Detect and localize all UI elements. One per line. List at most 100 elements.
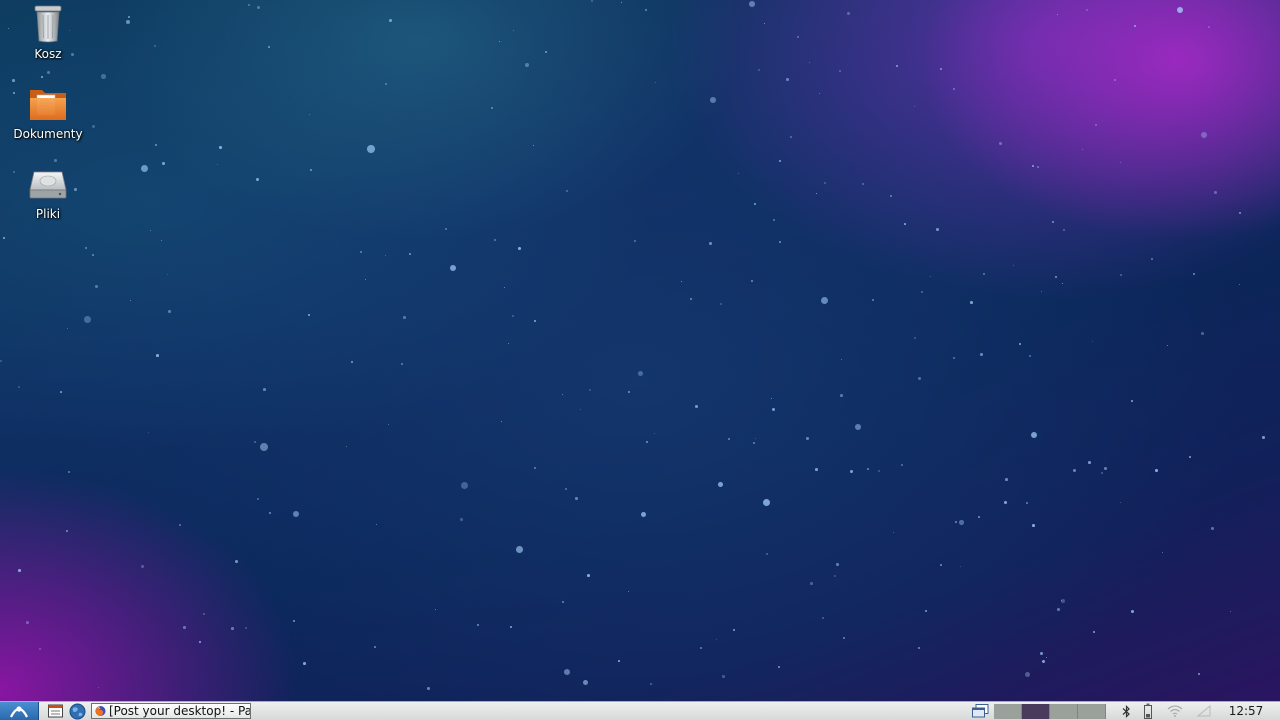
wallpaper-star	[219, 146, 222, 149]
wallpaper-star	[896, 65, 899, 68]
wallpaper-star	[401, 363, 404, 366]
wallpaper-star	[1155, 469, 1158, 472]
wallpaper-star	[580, 409, 582, 411]
wallpaper-star	[1239, 284, 1241, 286]
desktop-icon-documents[interactable]: Dokumenty	[8, 84, 88, 154]
wallpaper-star	[389, 19, 392, 22]
web-browser-icon	[69, 703, 85, 719]
wallpaper-star	[959, 520, 964, 525]
wallpaper-star	[179, 524, 181, 526]
desktop-icon-files[interactable]: Pliki	[8, 164, 88, 234]
wallpaper-star	[850, 470, 853, 473]
wallpaper-star	[1120, 162, 1122, 164]
wallpaper-star	[1239, 212, 1242, 215]
wallpaper-star	[587, 574, 590, 577]
wallpaper-star	[809, 62, 811, 64]
file-manager-icon	[47, 704, 63, 718]
wallpaper-star	[67, 328, 69, 330]
wallpaper-star	[257, 6, 260, 9]
wallpaper-star	[628, 391, 630, 393]
taskbar-window-button[interactable]: [Post your desktop! - Pa...	[91, 703, 251, 719]
wallpaper-star	[1120, 502, 1122, 504]
wallpaper-star	[1208, 26, 1211, 29]
wallpaper-star	[983, 273, 986, 276]
wallpaper-star	[310, 169, 313, 172]
wallpaper-star	[268, 46, 270, 48]
volume-applet[interactable]	[1195, 702, 1213, 720]
network-applet[interactable]	[1165, 702, 1185, 720]
wallpaper-star	[508, 343, 510, 345]
wallpaper-star	[839, 70, 842, 73]
file-manager-launcher[interactable]	[46, 702, 64, 720]
workspace-1[interactable]	[994, 704, 1022, 719]
wallpaper-star	[156, 354, 159, 357]
wallpaper-star	[819, 93, 821, 95]
workspace-4[interactable]	[1078, 704, 1106, 719]
wallpaper-star	[1092, 341, 1094, 343]
wallpaper-star	[771, 398, 773, 400]
wallpaper-star	[843, 637, 845, 639]
wallpaper-star	[1004, 501, 1007, 504]
wallpaper-star	[690, 298, 692, 300]
web-browser-launcher[interactable]	[67, 702, 87, 720]
wallpaper-star	[263, 388, 266, 391]
wallpaper-star	[904, 223, 906, 225]
wallpaper-star	[797, 36, 799, 38]
wallpaper-star	[621, 2, 623, 4]
wallpaper-star	[872, 299, 874, 301]
desktop-icon-trash[interactable]: Kosz	[8, 4, 88, 74]
wallpaper-star	[92, 125, 95, 128]
wallpaper-star	[60, 391, 62, 393]
wallpaper-star	[1214, 191, 1217, 194]
wallpaper-star	[999, 142, 1002, 145]
wallpaper-star	[1198, 673, 1201, 676]
wallpaper-star	[128, 16, 131, 19]
wallpaper-star	[477, 624, 480, 627]
wallpaper-star	[821, 297, 828, 304]
wallpaper-star	[790, 136, 793, 139]
wallpaper-star	[718, 482, 723, 487]
wallpaper-star	[847, 12, 850, 15]
wallpaper-star	[1046, 657, 1048, 659]
wallpaper-star	[516, 546, 523, 553]
wallpaper-star	[562, 601, 565, 604]
wallpaper-star	[510, 626, 512, 628]
wallpaper-star	[427, 687, 430, 690]
wallpaper-star	[1040, 652, 1043, 655]
wallpaper-star	[822, 617, 825, 620]
wallpaper-star	[199, 641, 202, 644]
start-menu-button[interactable]	[0, 702, 39, 720]
wallpaper-star	[575, 497, 578, 500]
wallpaper-star	[930, 276, 931, 277]
wallpaper-star	[786, 78, 789, 81]
wallpaper-star	[773, 219, 776, 222]
wallpaper-star	[766, 553, 769, 556]
wallpaper-star	[162, 162, 165, 165]
wallpaper-star	[513, 30, 515, 32]
wallpaper-star	[92, 254, 94, 256]
workspace-3[interactable]	[1050, 704, 1078, 719]
bluetooth-applet[interactable]	[1118, 702, 1134, 720]
wallpaper-star	[309, 114, 311, 116]
wallpaper-star	[806, 437, 809, 440]
wallpaper-star	[501, 421, 503, 423]
wallpaper-star	[460, 518, 463, 521]
desktop[interactable]: Kosz Dokumenty Pliki	[0, 0, 1280, 701]
wallpaper-star	[203, 613, 206, 616]
taskbar-clock[interactable]: 12:57	[1218, 702, 1274, 720]
wallpaper-star	[1088, 461, 1091, 464]
wallpaper-star	[183, 626, 186, 629]
wallpaper-star	[720, 303, 723, 306]
show-desktop-button[interactable]	[970, 702, 990, 720]
volume-icon	[1197, 705, 1211, 717]
wallpaper-star	[1167, 345, 1169, 347]
wallpaper-star	[98, 687, 100, 689]
wallpaper-star	[1005, 478, 1008, 481]
show-desktop-icon	[971, 704, 988, 718]
wallpaper-star	[1114, 79, 1117, 82]
wallpaper-star	[940, 564, 943, 567]
bluetooth-icon	[1122, 704, 1130, 718]
battery-applet[interactable]	[1140, 702, 1156, 720]
workspace-2[interactable]	[1022, 704, 1050, 719]
wallpaper-star	[245, 627, 247, 629]
